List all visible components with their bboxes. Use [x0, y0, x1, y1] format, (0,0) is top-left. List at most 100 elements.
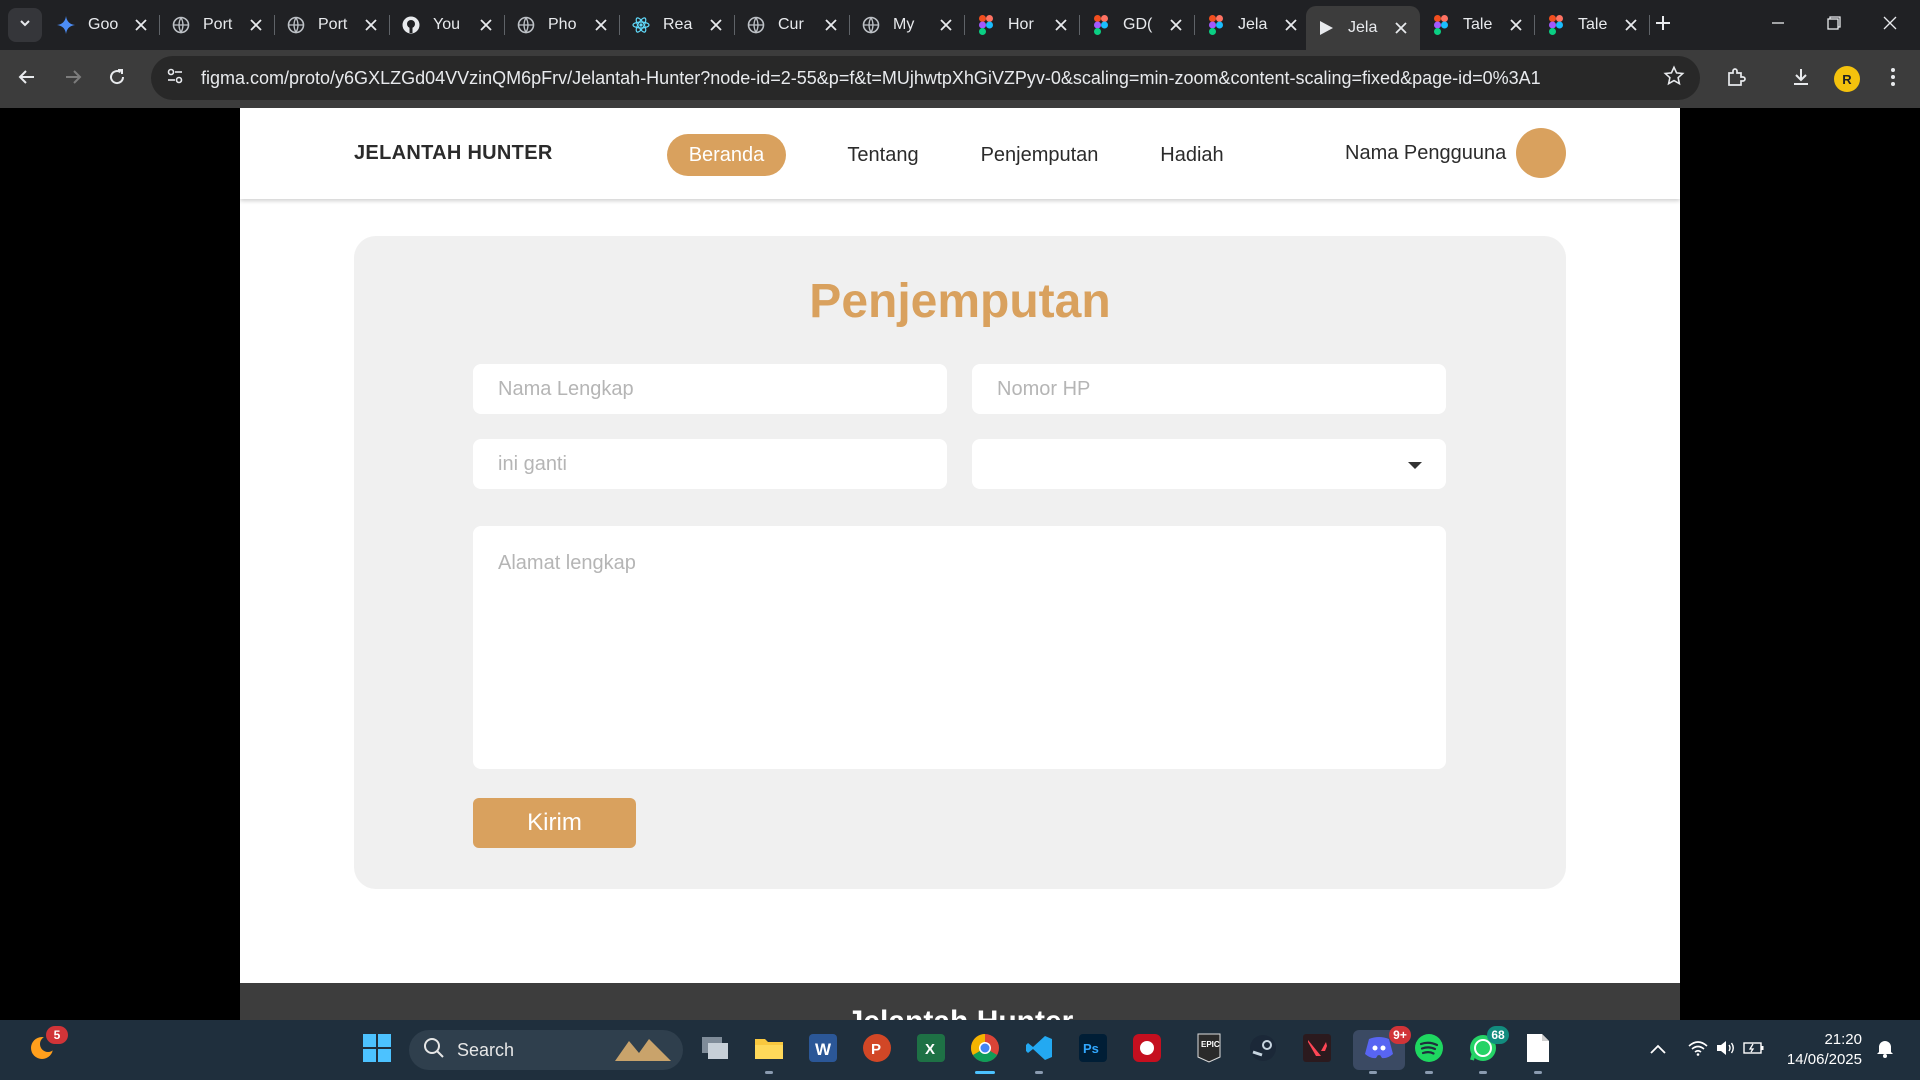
back-button[interactable]: [8, 60, 46, 98]
taskbar-valorant[interactable]: [1297, 1030, 1337, 1070]
browser-tab[interactable]: You: [391, 6, 505, 44]
ganti-input[interactable]: ini ganti: [473, 439, 947, 489]
arrow-right-icon: [63, 67, 83, 92]
running-indicator: [1425, 1071, 1433, 1074]
taskbar-vscode[interactable]: [1019, 1030, 1059, 1074]
taskbar-spotify[interactable]: [1409, 1030, 1449, 1074]
taskbar-excel[interactable]: X: [911, 1030, 951, 1070]
taskbar-powerpoint[interactable]: P: [857, 1030, 897, 1070]
new-tab-button[interactable]: [1648, 10, 1678, 40]
close-tab-icon[interactable]: [1052, 16, 1070, 34]
nav-beranda[interactable]: Beranda: [667, 134, 786, 176]
excel-icon: X: [917, 1033, 945, 1067]
address-textarea[interactable]: Alamat lengkap: [473, 526, 1446, 769]
url-text[interactable]: figma.com/proto/y6GXLZGd04VVzinQM6pFrv/J…: [201, 68, 1654, 89]
browser-tab[interactable]: Port: [276, 6, 390, 44]
battery-status[interactable]: [1739, 1020, 1769, 1080]
close-window-button[interactable]: [1862, 0, 1918, 50]
close-tab-icon[interactable]: [1507, 16, 1525, 34]
forward-button[interactable]: [54, 60, 92, 98]
site-header: JELANTAH HUNTER Beranda Tentang Penjempu…: [240, 108, 1680, 199]
site-info-button[interactable]: [155, 58, 195, 98]
start-button[interactable]: [357, 1030, 397, 1070]
browser-tab[interactable]: Goo: [46, 6, 160, 44]
running-indicator: [765, 1071, 773, 1074]
running-indicator: [1479, 1071, 1487, 1074]
phone-input[interactable]: Nomor HP: [972, 364, 1446, 414]
taskbar-search[interactable]: Search: [409, 1030, 683, 1070]
taskbar-epic-games[interactable]: EPIC: [1189, 1030, 1229, 1070]
close-tab-icon[interactable]: [1622, 16, 1640, 34]
user-name[interactable]: Nama Pengguuna: [1345, 142, 1506, 165]
taskbar-discord[interactable]: 9+: [1353, 1026, 1411, 1074]
minimize-button[interactable]: [1750, 0, 1806, 50]
volume-status[interactable]: [1711, 1020, 1741, 1080]
tab-search-button[interactable]: [8, 8, 42, 42]
close-tab-icon[interactable]: [247, 16, 265, 34]
taskbar-steam[interactable]: [1243, 1030, 1283, 1070]
running-indicator: [1369, 1071, 1377, 1074]
close-tab-icon[interactable]: [362, 16, 380, 34]
browser-menu-button[interactable]: [1874, 60, 1912, 98]
nav-tentang[interactable]: Tentang: [837, 134, 929, 176]
browser-tab[interactable]: GD(: [1081, 6, 1195, 44]
close-tab-icon[interactable]: [132, 16, 150, 34]
close-tab-icon[interactable]: [592, 16, 610, 34]
browser-tab[interactable]: Cur: [736, 6, 850, 44]
taskbar-chrome[interactable]: [965, 1030, 1005, 1074]
restore-button[interactable]: [1806, 0, 1862, 50]
taskbar-whatsapp[interactable]: 68: [1463, 1026, 1509, 1074]
weather-widget[interactable]: 5: [22, 1026, 68, 1070]
extensions-button[interactable]: [1717, 60, 1755, 98]
wifi-status[interactable]: [1683, 1020, 1713, 1080]
browser-tab[interactable]: Jela: [1306, 6, 1420, 50]
taskbar-notepad[interactable]: [1518, 1030, 1558, 1074]
downloads-button[interactable]: [1782, 60, 1820, 98]
plus-icon: [1654, 14, 1672, 37]
vscode-icon: [1025, 1034, 1053, 1067]
profile-avatar[interactable]: R: [1834, 66, 1860, 92]
nav-penjemputan[interactable]: Penjemputan: [970, 134, 1109, 176]
close-tab-icon[interactable]: [822, 16, 840, 34]
whatsapp-badge: 68: [1487, 1026, 1509, 1044]
browser-tab[interactable]: Port: [161, 6, 275, 44]
taskbar-clock[interactable]: 21:20 14/06/2025: [1782, 1030, 1862, 1070]
browser-tab[interactable]: Tale: [1421, 6, 1535, 44]
bookmark-button[interactable]: [1654, 58, 1694, 98]
browser-tab[interactable]: Rea: [621, 6, 735, 44]
taskbar-file-explorer[interactable]: [749, 1030, 789, 1074]
globe-icon: [746, 15, 766, 35]
steam-icon: [1249, 1034, 1277, 1067]
taskbar-word[interactable]: W: [803, 1030, 843, 1070]
browser-toolbar: figma.com/proto/y6GXLZGd04VVzinQM6pFrv/J…: [0, 50, 1920, 108]
tab-label: Pho: [548, 16, 577, 33]
submit-button[interactable]: Kirim: [473, 798, 636, 848]
site-logo[interactable]: JELANTAH HUNTER: [354, 142, 553, 165]
close-tab-icon[interactable]: [1392, 19, 1410, 37]
address-bar[interactable]: figma.com/proto/y6GXLZGd04VVzinQM6pFrv/J…: [151, 56, 1700, 100]
show-hidden-icons-button[interactable]: [1643, 1020, 1673, 1080]
browser-tab[interactable]: Hor: [966, 6, 1080, 44]
taskbar-recorder[interactable]: [1127, 1030, 1167, 1070]
category-select[interactable]: [972, 439, 1446, 489]
notifications-button[interactable]: [1870, 1020, 1900, 1080]
close-tab-icon[interactable]: [1167, 16, 1185, 34]
phone-placeholder: Nomor HP: [997, 377, 1091, 400]
browser-tab[interactable]: My: [851, 6, 965, 44]
close-tab-icon[interactable]: [1282, 16, 1300, 34]
close-tab-icon[interactable]: [707, 16, 725, 34]
tab-separator: [734, 15, 735, 35]
browser-tab[interactable]: Tale: [1536, 6, 1650, 44]
browser-tab[interactable]: Jela: [1196, 6, 1310, 44]
close-icon: [1883, 16, 1897, 35]
close-tab-icon[interactable]: [937, 16, 955, 34]
browser-tab[interactable]: Pho: [506, 6, 620, 44]
nav-hadiah[interactable]: Hadiah: [1150, 134, 1234, 176]
taskbar-photoshop[interactable]: Ps: [1073, 1030, 1113, 1070]
close-tab-icon[interactable]: [477, 16, 495, 34]
user-avatar[interactable]: [1516, 128, 1566, 178]
task-view-button[interactable]: [695, 1030, 735, 1070]
full-name-input[interactable]: Nama Lengkap: [473, 364, 947, 414]
svg-text:EPIC: EPIC: [1201, 1040, 1220, 1049]
reload-button[interactable]: [98, 60, 136, 98]
